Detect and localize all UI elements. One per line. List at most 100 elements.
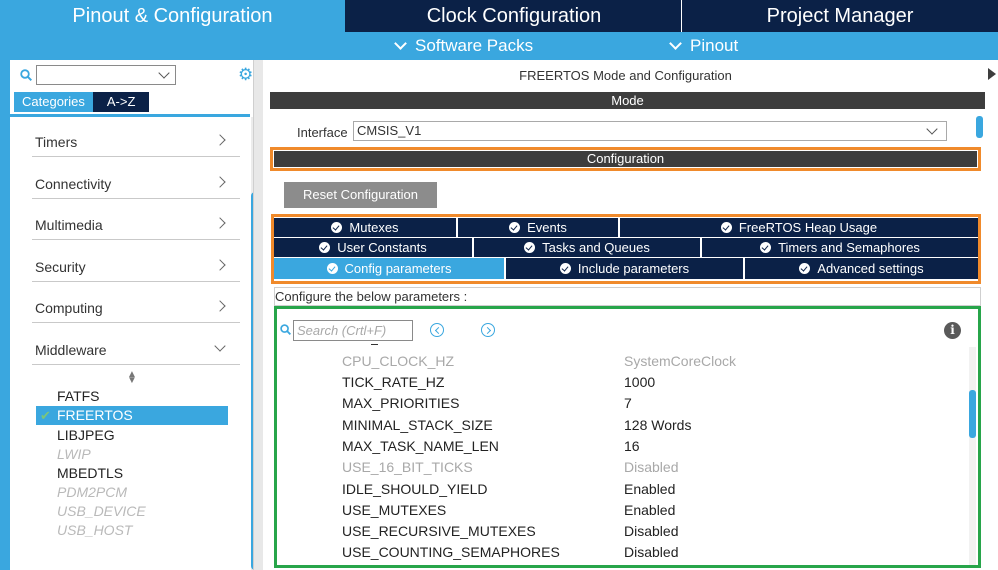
previous-result-icon[interactable] (430, 323, 444, 337)
right-panel-edge (985, 60, 998, 570)
param-name: USE_RECURSIVE_MUTEXES (342, 523, 536, 539)
next-result-icon[interactable] (481, 323, 495, 337)
param-row[interactable]: IDLE_SHOULD_YIELD Enabled (342, 479, 942, 500)
configure-hint: Configure the below parameters : (274, 287, 981, 306)
chevron-down-icon[interactable] (158, 67, 170, 79)
param-row[interactable]: USE_COUNTING_SEMAPHORES Disabled (342, 542, 942, 563)
tab-advanced-settings[interactable]: Advanced settings (745, 258, 978, 279)
param-value[interactable]: 1000 (624, 372, 655, 393)
panel-splitter[interactable] (253, 60, 263, 570)
param-row[interactable]: USE_16_BIT_TICKS Disabled (342, 457, 942, 478)
tab-label: Include parameters (577, 261, 690, 276)
param-name: USE_16_BIT_TICKS (342, 459, 473, 475)
pinout-menu[interactable]: Pinout (669, 36, 739, 56)
tab-mutexes[interactable]: Mutexes (274, 218, 458, 237)
interface-label: Interface (297, 125, 348, 140)
param-value[interactable]: Disabled (624, 521, 678, 542)
chevron-right-icon (214, 176, 226, 188)
software-packs-label: Software Packs (415, 36, 534, 55)
param-value[interactable]: Enabled (624, 500, 675, 521)
category-connectivity[interactable]: Connectivity (32, 159, 240, 199)
interface-select[interactable]: CMSIS_V1 (353, 121, 947, 141)
tab-include-parameters[interactable]: Include parameters (506, 258, 745, 279)
checkmark-icon: ✔ (40, 408, 51, 423)
category-label: Multimedia (35, 217, 103, 233)
chevron-down-icon (926, 123, 938, 135)
tab-clock-configuration[interactable]: Clock Configuration (347, 0, 682, 32)
tab-user-constants[interactable]: User Constants (274, 238, 474, 257)
middleware-item-lwip: LWIP (57, 446, 91, 462)
check-circle-icon (326, 263, 338, 274)
tab-label: Mutexes (349, 220, 399, 235)
middleware-item-mbedtls[interactable]: MBEDTLS (54, 464, 230, 483)
tab-project-manager[interactable]: Project Manager (682, 0, 998, 32)
param-row[interactable]: USE_RECURSIVE_MUTEXES Disabled (342, 521, 942, 542)
category-middleware[interactable]: Middleware (32, 325, 240, 365)
param-value[interactable]: 7 (624, 393, 632, 414)
search-icon (280, 324, 291, 335)
component-search-combo[interactable] (36, 65, 176, 85)
parameters-scrollbar[interactable] (969, 347, 976, 565)
middleware-item-fatfs[interactable]: FATFS (54, 387, 230, 406)
param-value: Disabled (624, 459, 679, 475)
param-name: TICK_RATE_HZ (342, 374, 445, 390)
param-row[interactable]: TICK_RATE_HZ 1000 (342, 372, 942, 393)
category-label: Timers (35, 134, 78, 150)
param-value[interactable]: 128 Words (624, 415, 691, 436)
tab-a-to-z[interactable]: A->Z (92, 92, 150, 112)
tab-label: User Constants (337, 240, 427, 255)
parameter-search-input[interactable]: Search (Crtl+F) (293, 320, 413, 341)
param-row[interactable]: MAX_TASK_NAME_LEN 16 (342, 436, 942, 457)
middleware-item-label: FREERTOS (57, 407, 133, 423)
reset-configuration-button[interactable]: Reset Configuration (284, 182, 437, 208)
tab-label: Advanced settings (817, 261, 924, 276)
tab-label: FreeRTOS Heap Usage (738, 220, 878, 235)
page-title: FREERTOS Mode and Configuration (519, 68, 732, 83)
param-row[interactable]: USE_MUTEXES Enabled (342, 500, 942, 521)
category-timers[interactable]: Timers (32, 117, 240, 157)
middleware-item-freertos[interactable]: ✔ FREERTOS (36, 406, 228, 425)
tab-config-parameters[interactable]: Config parameters (274, 258, 506, 279)
check-circle-icon (331, 222, 343, 233)
param-value[interactable]: Disabled (624, 542, 678, 563)
param-row[interactable]: CPU_CLOCK_HZ SystemCoreClock (342, 351, 942, 372)
collapse-arrow-icon[interactable] (985, 60, 998, 100)
chevron-down-icon (669, 37, 682, 50)
category-label: Security (35, 259, 86, 275)
param-row[interactable]: MAX_PRIORITIES 7 (342, 393, 942, 414)
chevron-down-icon (214, 340, 226, 352)
tab-timers-and-semaphores[interactable]: Timers and Semaphores (702, 238, 978, 257)
tab-label: Config parameters (344, 261, 452, 276)
param-value[interactable]: 16 (624, 436, 640, 457)
middleware-item-usb-device: USB_DEVICE (57, 503, 146, 519)
mode-scrollbar-thumb[interactable] (976, 116, 983, 138)
check-circle-icon (319, 242, 331, 253)
category-security[interactable]: Security (32, 242, 240, 282)
pinout-menu-label: Pinout (690, 36, 739, 55)
parameters-scrollbar-thumb[interactable] (969, 390, 976, 438)
middleware-item-libjpeg[interactable]: LIBJPEG (54, 426, 230, 445)
check-circle-icon (559, 263, 571, 274)
software-packs-menu[interactable]: Software Packs (394, 36, 534, 56)
sidebar: ⚙ Categories A->Z Timers Connectivity Mu… (10, 60, 263, 570)
category-multimedia[interactable]: Multimedia (32, 200, 240, 240)
param-value[interactable]: Enabled (624, 479, 675, 500)
check-circle-icon (509, 222, 521, 233)
category-label: Connectivity (35, 176, 112, 192)
tab-pinout-configuration[interactable]: Pinout & Configuration (0, 0, 345, 32)
tab-events[interactable]: Events (458, 218, 620, 237)
param-name: CPU_CLOCK_HZ (342, 353, 455, 369)
gear-icon[interactable]: ⚙ (238, 66, 254, 83)
tab-categories[interactable]: Categories (14, 92, 93, 112)
tab-row: Mutexes Events FreeRTOS Heap Usage (274, 218, 978, 237)
sort-icon[interactable]: ▲ ▼ (127, 370, 137, 386)
param-name: IDLE_SHOULD_YIELD (342, 481, 488, 497)
info-icon[interactable]: i (944, 322, 961, 339)
tab-tasks-and-queues[interactable]: Tasks and Queues (474, 238, 702, 257)
tab-label: Events (527, 220, 567, 235)
param-name: USE_COUNTING_SEMAPHORES (342, 544, 560, 560)
category-computing[interactable]: Computing (32, 283, 240, 323)
param-row[interactable]: MINIMAL_STACK_SIZE 128 Words (342, 415, 942, 436)
tab-freertos-heap-usage[interactable]: FreeRTOS Heap Usage (620, 218, 978, 237)
middleware-item-usb-host: USB_HOST (57, 522, 133, 538)
